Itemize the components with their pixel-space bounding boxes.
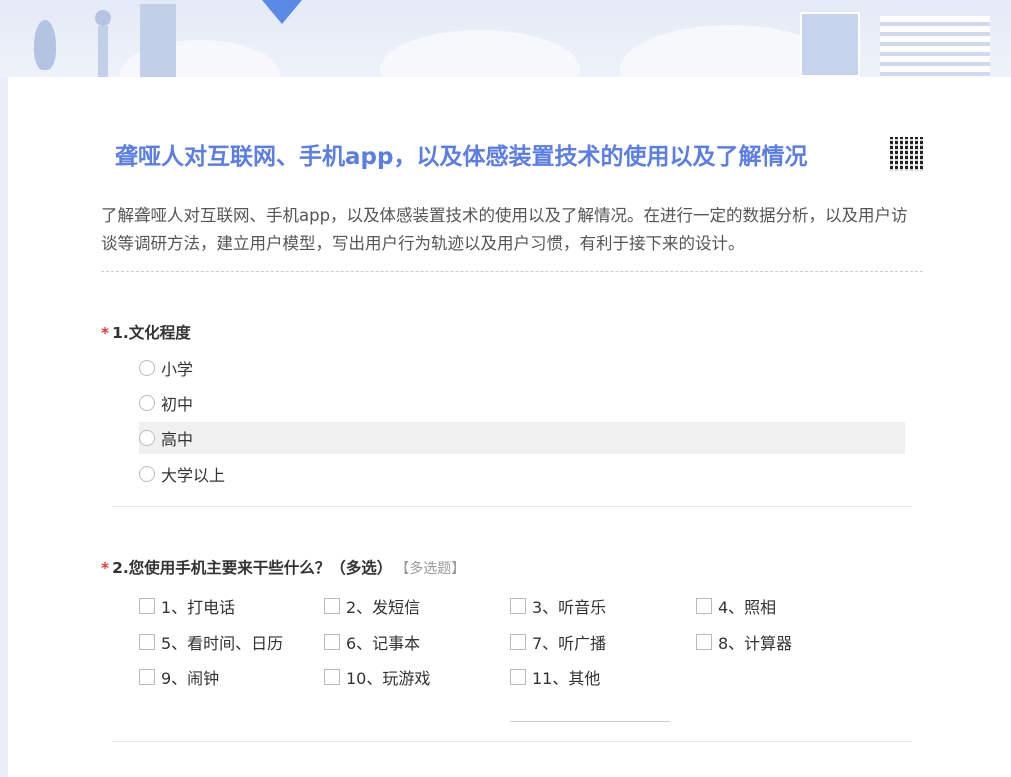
books-icon — [800, 12, 860, 77]
option-label: 6、记事本 — [346, 634, 421, 653]
checkbox[interactable] — [139, 669, 155, 685]
divider — [112, 506, 912, 507]
checkbox-option[interactable]: 7、听广播 — [510, 630, 606, 654]
option-label: 11、其他 — [532, 669, 601, 688]
radio-button[interactable] — [139, 395, 155, 411]
multi-select-tag: 【多选题】 — [402, 561, 466, 577]
checkbox[interactable] — [324, 598, 340, 614]
checkbox[interactable] — [139, 634, 155, 650]
question-text: 1.文化程度 — [112, 324, 191, 342]
checkbox-option[interactable]: 9、闹钟 — [139, 665, 219, 689]
qr-code-icon[interactable] — [890, 137, 923, 171]
checkbox[interactable] — [139, 598, 155, 614]
kite-icon — [262, 0, 302, 24]
checkbox[interactable] — [696, 598, 712, 614]
required-mark: * — [101, 559, 110, 577]
survey-description: 了解聋哑人对互联网、手机app，以及体感装置技术的使用以及了解情况。在进行一定的… — [101, 206, 908, 253]
paper-icon — [880, 16, 990, 77]
radio-button[interactable] — [139, 430, 155, 446]
checkbox-option[interactable]: 5、看时间、日历 — [139, 630, 283, 654]
checkbox[interactable] — [324, 634, 340, 650]
tree-icon — [34, 20, 56, 70]
option-label: 8、计算器 — [718, 634, 793, 653]
other-text-input[interactable] — [510, 721, 670, 722]
checkbox-option[interactable]: 1、打电话 — [139, 594, 235, 618]
radio-option[interactable]: 初中 — [139, 387, 905, 419]
checkbox[interactable] — [510, 598, 526, 614]
checkbox[interactable] — [696, 634, 712, 650]
option-label: 3、听音乐 — [532, 598, 607, 617]
checkbox-option[interactable]: 3、听音乐 — [510, 594, 606, 618]
tower-icon — [92, 0, 114, 77]
building-icon — [140, 4, 176, 77]
checkbox-option[interactable]: 11、其他 — [510, 665, 600, 689]
checkbox-option[interactable]: 2、发短信 — [324, 594, 420, 618]
checkbox[interactable] — [510, 669, 526, 685]
option-label: 1、打电话 — [161, 598, 236, 617]
required-mark: * — [101, 324, 110, 342]
divider — [101, 271, 923, 272]
option-label: 4、照相 — [718, 598, 777, 617]
option-label: 5、看时间、日历 — [161, 634, 284, 653]
header-banner — [0, 0, 1011, 115]
divider — [112, 741, 912, 742]
option-label: 2、发短信 — [346, 598, 421, 617]
question-1-title: * 1.文化程度 — [101, 321, 191, 343]
checkbox-option[interactable]: 6、记事本 — [324, 630, 420, 654]
radio-button[interactable] — [139, 360, 155, 376]
radio-button[interactable] — [139, 466, 155, 482]
question-2-title: * 2.您使用手机主要来干些什么？（多选） 【多选题】 — [101, 556, 465, 578]
option-label: 高中 — [161, 430, 194, 449]
checkbox-option[interactable]: 4、照相 — [696, 594, 776, 618]
checkbox-option[interactable]: 8、计算器 — [696, 630, 792, 654]
radio-option[interactable]: 高中 — [139, 422, 905, 454]
option-label: 10、玩游戏 — [346, 669, 431, 688]
question-text: 2.您使用手机主要来干些什么？（多选） — [112, 559, 393, 577]
radio-option[interactable]: 小学 — [139, 352, 905, 384]
option-label: 9、闹钟 — [161, 669, 220, 688]
option-label: 大学以上 — [161, 466, 226, 485]
survey-title: 聋哑人对互联网、手机app，以及体感装置技术的使用以及了解情况 — [115, 144, 808, 170]
option-label: 初中 — [161, 395, 194, 414]
checkbox-option[interactable]: 10、玩游戏 — [324, 665, 430, 689]
option-label: 小学 — [161, 360, 194, 379]
checkbox[interactable] — [510, 634, 526, 650]
checkbox[interactable] — [324, 669, 340, 685]
radio-option[interactable]: 大学以上 — [139, 458, 905, 490]
option-label: 7、听广播 — [532, 634, 607, 653]
